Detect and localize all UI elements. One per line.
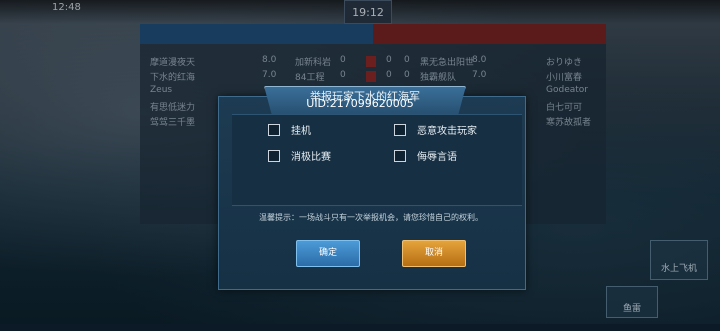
checkbox[interactable] [394,123,406,136]
cancel-button[interactable]: 取消 [402,240,466,267]
option-label: 挂机 [291,126,311,137]
checkbox[interactable] [394,149,406,162]
confirm-button[interactable]: 确定 [296,240,360,267]
option-insult[interactable]: 侮辱言语 [394,148,457,163]
option-passive-play[interactable]: 消极比赛 [268,148,331,163]
checkbox[interactable] [268,149,280,162]
checkbox[interactable] [268,123,280,136]
option-afk[interactable]: 挂机 [268,122,311,137]
option-label: 消极比赛 [291,152,331,163]
option-label: 恶意攻击玩家 [417,126,477,137]
option-malicious-attack[interactable]: 恶意攻击玩家 [394,122,477,137]
report-tip: 温馨提示：一场战斗只有一次举报机会，请您珍惜自己的权利。 [259,213,483,222]
player-uid: UID:217099620005 [306,97,414,110]
option-label: 侮辱言语 [417,152,457,163]
